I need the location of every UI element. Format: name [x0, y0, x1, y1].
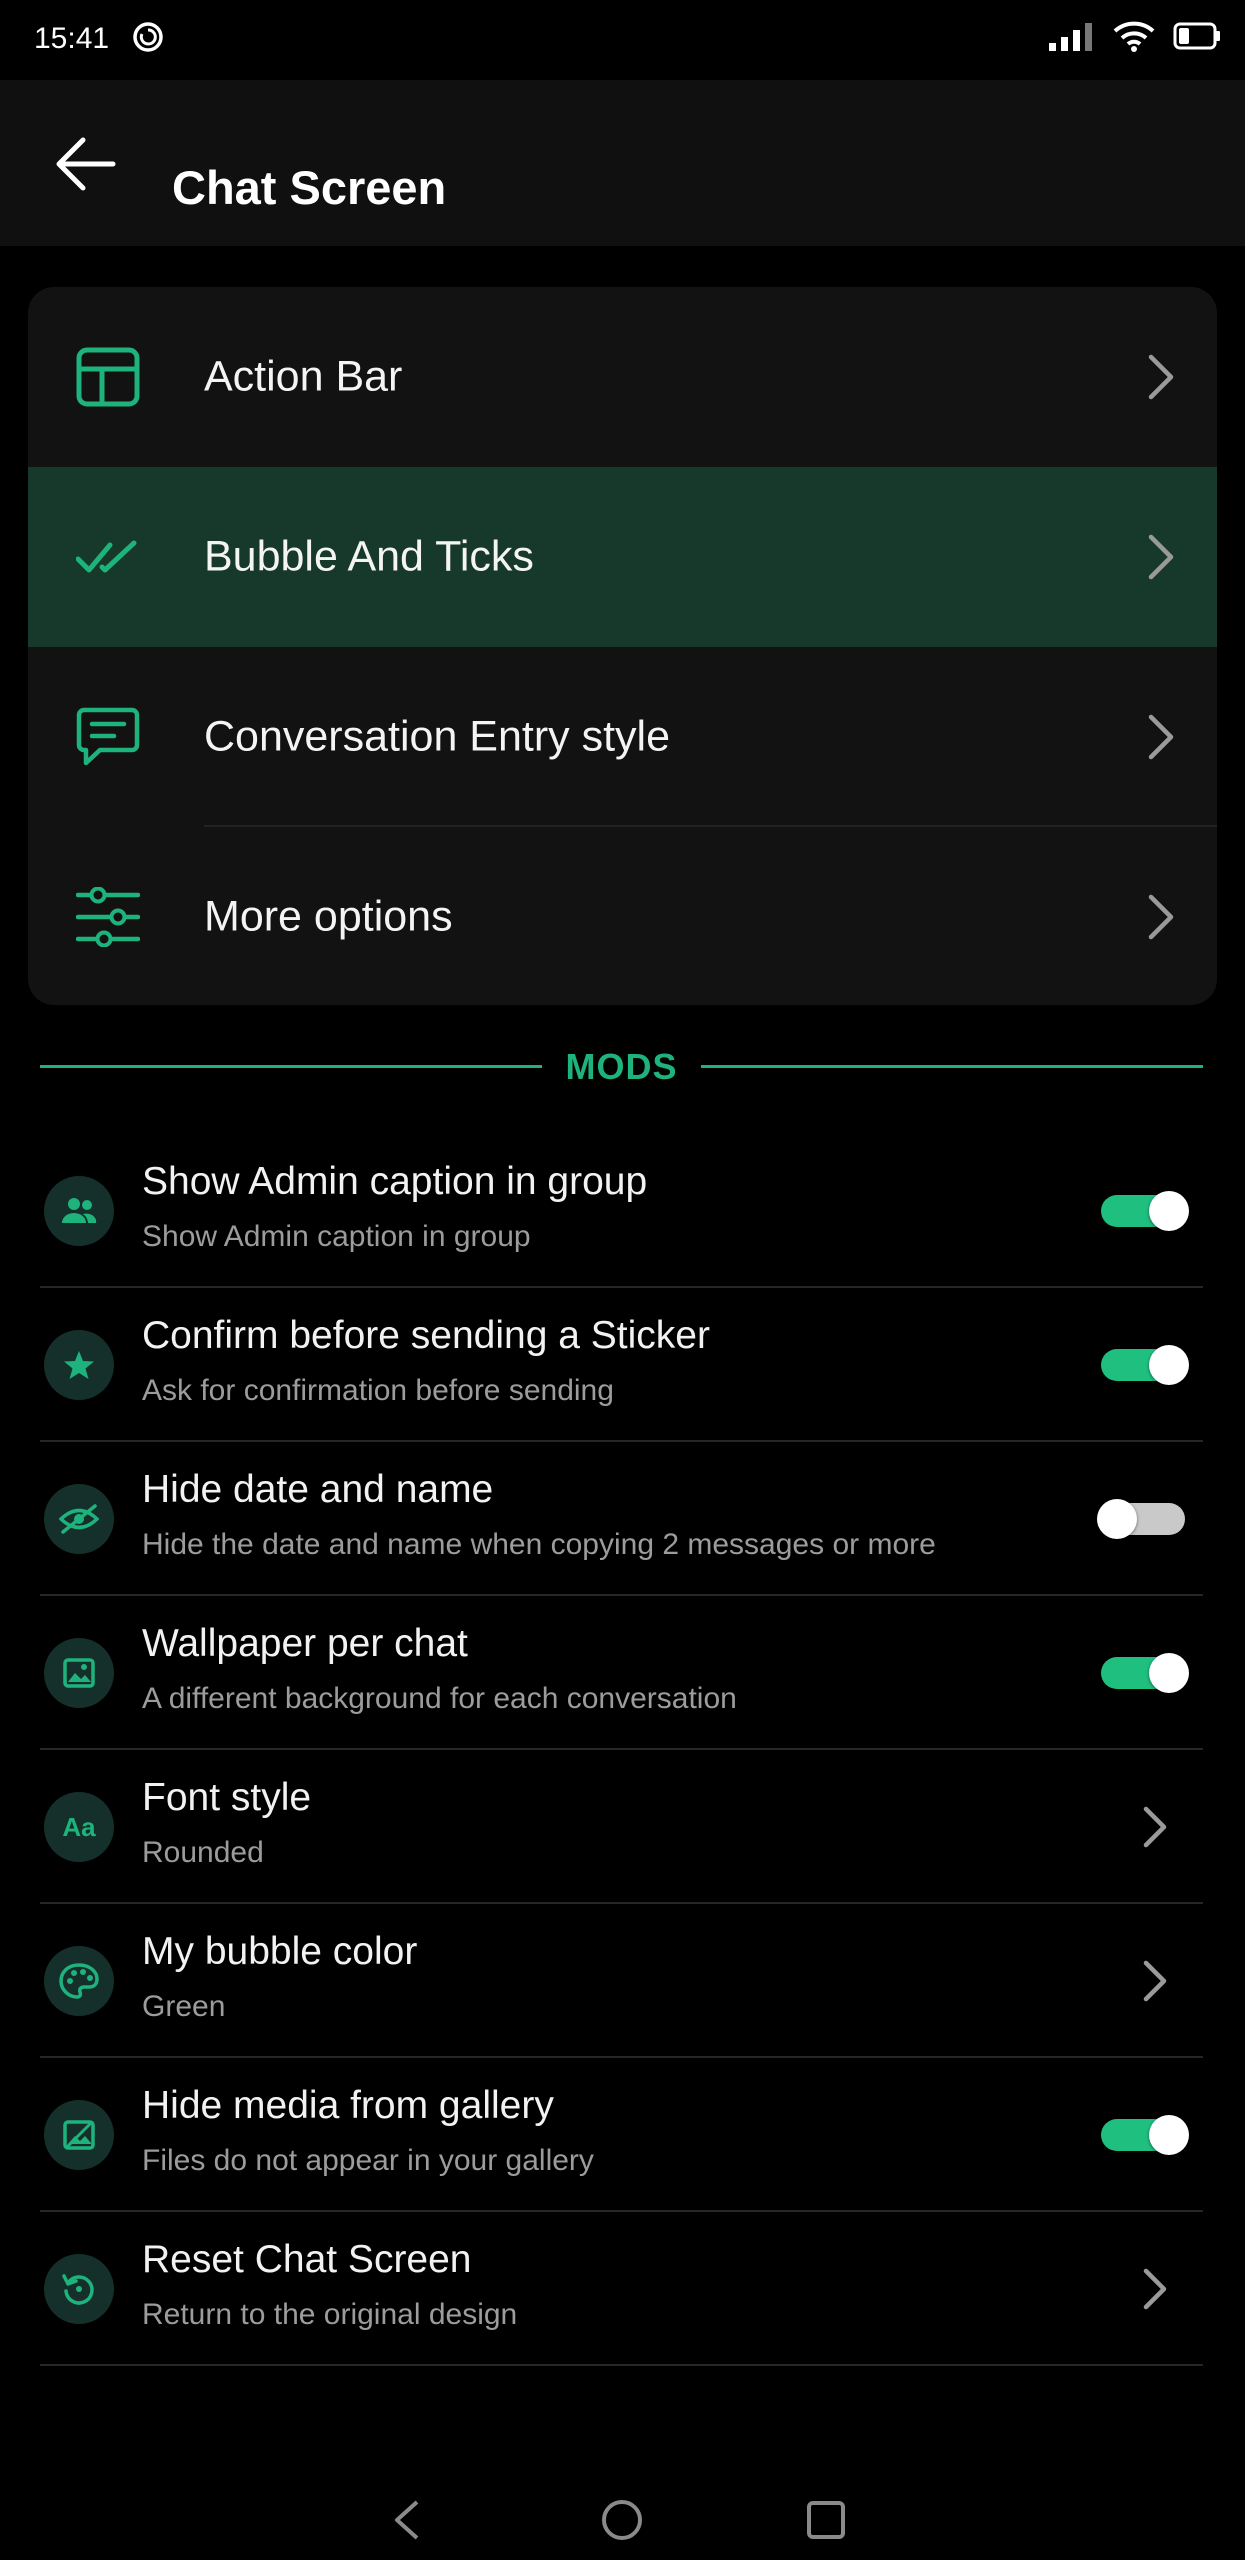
chat-bubble-icon — [76, 705, 140, 769]
nav-back-button[interactable] — [377, 2494, 437, 2546]
menu-item-label: More options — [204, 892, 453, 941]
nav-home-icon — [602, 2500, 642, 2540]
mod-title: Show Admin caption in group — [142, 1160, 648, 1203]
font-icon-text: Aa — [62, 1811, 96, 1842]
divider — [40, 2364, 1203, 2366]
menu-item-action-bar[interactable]: Action Bar — [28, 287, 1217, 467]
app-bar: Chat Screen — [0, 80, 1245, 246]
mod-hide-date-and-name[interactable]: Hide date and name Hide the date and nam… — [40, 1442, 1203, 1596]
mod-subtitle: Files do not appear in your gallery — [142, 2144, 594, 2177]
chevron-right-icon — [1145, 713, 1177, 761]
status-time: 15:41 — [34, 22, 110, 55]
mod-my-bubble-color[interactable]: My bubble color Green — [40, 1904, 1203, 2058]
mod-title: Hide media from gallery — [142, 2084, 554, 2127]
mod-reset-chat-screen[interactable]: Reset Chat Screen Return to the original… — [40, 2212, 1203, 2366]
nav-recents-button[interactable] — [796, 2494, 856, 2546]
chevron-right-icon — [1141, 1805, 1169, 1849]
section-title: MODS — [565, 1046, 678, 1087]
toggle-switch[interactable] — [1101, 1653, 1189, 1693]
menu-item-label: Conversation Entry style — [204, 712, 671, 761]
font-icon: Aa — [44, 1792, 114, 1862]
chevron-right-icon — [1145, 893, 1177, 941]
navigation-bar — [0, 2480, 1245, 2560]
chevron-right-icon — [1145, 533, 1177, 581]
layout-icon — [76, 345, 140, 409]
mod-subtitle: Rounded — [142, 1836, 264, 1869]
mod-title: Font style — [142, 1776, 312, 1819]
section-header-mods: MODS — [40, 1040, 1203, 1092]
mod-subtitle: Hide the date and name when copying 2 me… — [142, 1528, 936, 1561]
mod-hide-media-from-gallery[interactable]: Hide media from gallery Files do not app… — [40, 2058, 1203, 2212]
menu-item-bubble-and-ticks[interactable]: Bubble And Ticks — [28, 467, 1217, 647]
menu-item-label: Action Bar — [204, 352, 403, 401]
mod-subtitle: Return to the original design — [142, 2298, 518, 2331]
mod-subtitle: Green — [142, 1990, 226, 2023]
reset-icon — [44, 2254, 114, 2324]
page-title: Chat Screen — [172, 161, 447, 214]
hide-image-icon — [44, 2100, 114, 2170]
arrow-back-icon — [56, 137, 116, 191]
mod-title: Wallpaper per chat — [142, 1622, 468, 1665]
toggle-switch[interactable] — [1097, 1499, 1189, 1539]
signal-icon — [1049, 21, 1095, 56]
mod-title: Hide date and name — [142, 1468, 494, 1511]
settings-card: Action Bar Bubble And Ticks Conversation… — [28, 287, 1217, 1005]
toggle-switch[interactable] — [1101, 1191, 1189, 1231]
palette-icon — [44, 1946, 114, 2016]
mod-wallpaper-per-chat[interactable]: Wallpaper per chat A different backgroun… — [40, 1596, 1203, 1750]
nav-home-button[interactable] — [592, 2494, 652, 2546]
mod-confirm-sticker[interactable]: Confirm before sending a Sticker Ask for… — [40, 1288, 1203, 1442]
toggle-switch[interactable] — [1101, 1345, 1189, 1385]
chevron-right-icon — [1141, 2267, 1169, 2311]
sliders-icon — [76, 885, 140, 949]
toggle-switch[interactable] — [1101, 2115, 1189, 2155]
eye-off-icon — [44, 1484, 114, 1554]
chevron-right-icon — [1145, 353, 1177, 401]
menu-item-more-options[interactable]: More options — [28, 827, 1217, 1005]
image-icon — [44, 1638, 114, 1708]
sync-icon — [131, 20, 165, 54]
chevron-right-icon — [1141, 1959, 1169, 2003]
mod-show-admin-caption[interactable]: Show Admin caption in group Show Admin c… — [40, 1134, 1203, 1288]
star-icon — [44, 1330, 114, 1400]
battery-icon — [1173, 22, 1221, 55]
nav-back-icon — [395, 2500, 419, 2540]
back-button[interactable] — [44, 128, 126, 200]
nav-recents-icon — [807, 2501, 845, 2539]
double-check-icon — [76, 525, 140, 589]
mod-subtitle: Ask for confirmation before sending — [142, 1374, 614, 1407]
mod-font-style[interactable]: Aa Font style Rounded — [40, 1750, 1203, 1904]
mod-subtitle: Show Admin caption in group — [142, 1220, 531, 1253]
mod-title: My bubble color — [142, 1930, 418, 1973]
mod-title: Reset Chat Screen — [142, 2238, 472, 2281]
mod-subtitle: A different background for each conversa… — [142, 1682, 737, 1715]
menu-item-conversation-entry-style[interactable]: Conversation Entry style — [28, 647, 1217, 827]
status-bar: 15:41 — [0, 0, 1245, 80]
group-icon — [44, 1176, 114, 1246]
mod-title: Confirm before sending a Sticker — [142, 1314, 710, 1357]
wifi-icon — [1113, 20, 1155, 57]
menu-item-label: Bubble And Ticks — [204, 532, 534, 581]
